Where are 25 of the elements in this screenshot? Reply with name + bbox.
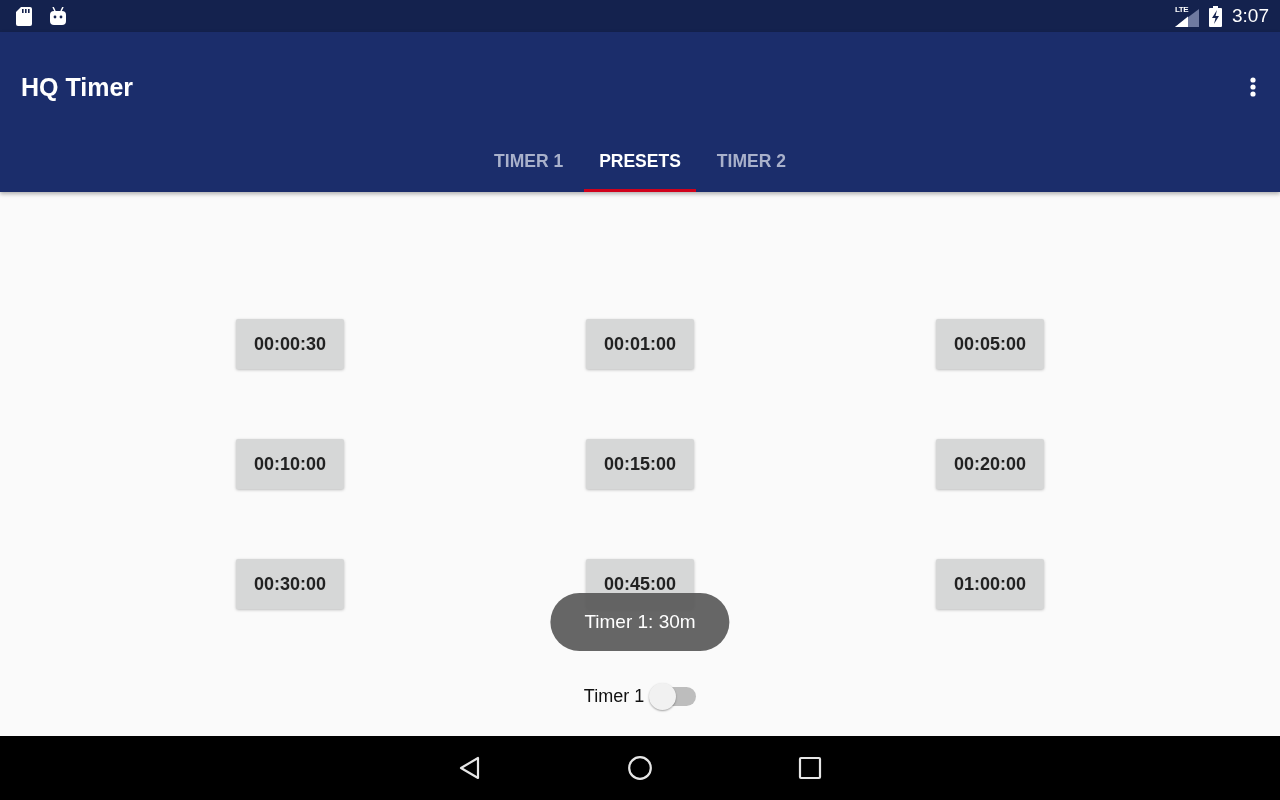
robot-head-icon bbox=[50, 7, 66, 25]
back-icon[interactable] bbox=[458, 756, 482, 780]
app-title: HQ Timer bbox=[21, 72, 135, 102]
recents-icon[interactable] bbox=[798, 756, 822, 780]
switch-label: Timer 1 bbox=[583, 686, 645, 707]
preset-button[interactable]: 00:30:00 bbox=[236, 559, 344, 609]
preset-button[interactable]: 01:00:00 bbox=[936, 559, 1044, 609]
preset-button[interactable]: 00:20:00 bbox=[936, 439, 1044, 489]
network-type-label: LTE bbox=[1175, 5, 1189, 14]
sd-card-icon bbox=[16, 6, 32, 26]
battery-charging-icon bbox=[1209, 5, 1222, 27]
timer-toast: Timer 1: 30m bbox=[550, 593, 730, 651]
more-menu-icon[interactable] bbox=[1250, 77, 1256, 97]
preset-button[interactable]: 00:15:00 bbox=[586, 439, 694, 489]
preset-button[interactable]: 00:01:00 bbox=[586, 319, 694, 369]
tab[interactable]: TIMER 1 bbox=[479, 136, 579, 192]
tab[interactable]: PRESETS bbox=[584, 136, 696, 192]
status-time: 3:07 bbox=[1232, 5, 1269, 27]
preset-button[interactable]: 00:00:30 bbox=[236, 319, 344, 369]
preset-button[interactable]: 00:05:00 bbox=[936, 319, 1044, 369]
home-icon[interactable] bbox=[628, 756, 652, 780]
toggle-switch[interactable] bbox=[649, 683, 697, 710]
preset-button[interactable]: 00:10:00 bbox=[236, 439, 344, 489]
tab[interactable]: TIMER 2 bbox=[701, 136, 801, 192]
signal-icon bbox=[1175, 9, 1199, 27]
